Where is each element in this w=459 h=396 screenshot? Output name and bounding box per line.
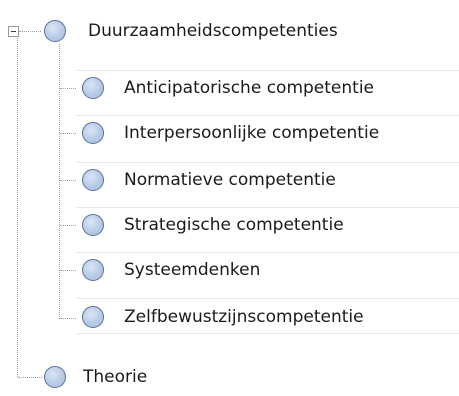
circle-node-icon [82,169,104,191]
tree-connector-root [17,36,18,377]
circle-node-icon [82,122,104,144]
tree-connector-theorie [18,377,42,378]
tree-node-label: Normatieve competentie [124,170,336,190]
circle-node-icon [82,259,104,281]
circle-node-icon [82,77,104,99]
tree-node-label: Interpersoonlijke competentie [124,123,380,143]
tree-node-root-label[interactable]: Duurzaamheidscompetenties [88,21,338,41]
tree-connector-children [59,44,60,319]
tree-node-label: Anticipatorische competentie [124,78,374,98]
circle-node-icon [44,20,66,42]
collapse-toggle-icon[interactable] [8,26,19,37]
tree-node-theorie-label[interactable]: Theorie [83,367,147,387]
tree-node-label: Zelfbewustzijnscompetentie [124,307,364,327]
circle-node-icon [44,366,66,388]
tree-node-label: Systeemdenken [124,260,261,280]
circle-node-icon [82,306,104,328]
tree-connector-root-h [19,31,41,32]
circle-node-icon [82,214,104,236]
tree-node-label: Strategische competentie [124,215,344,235]
tree-view[interactable]: Duurzaamheidscompetenties Anticipatorisc… [0,0,459,396]
